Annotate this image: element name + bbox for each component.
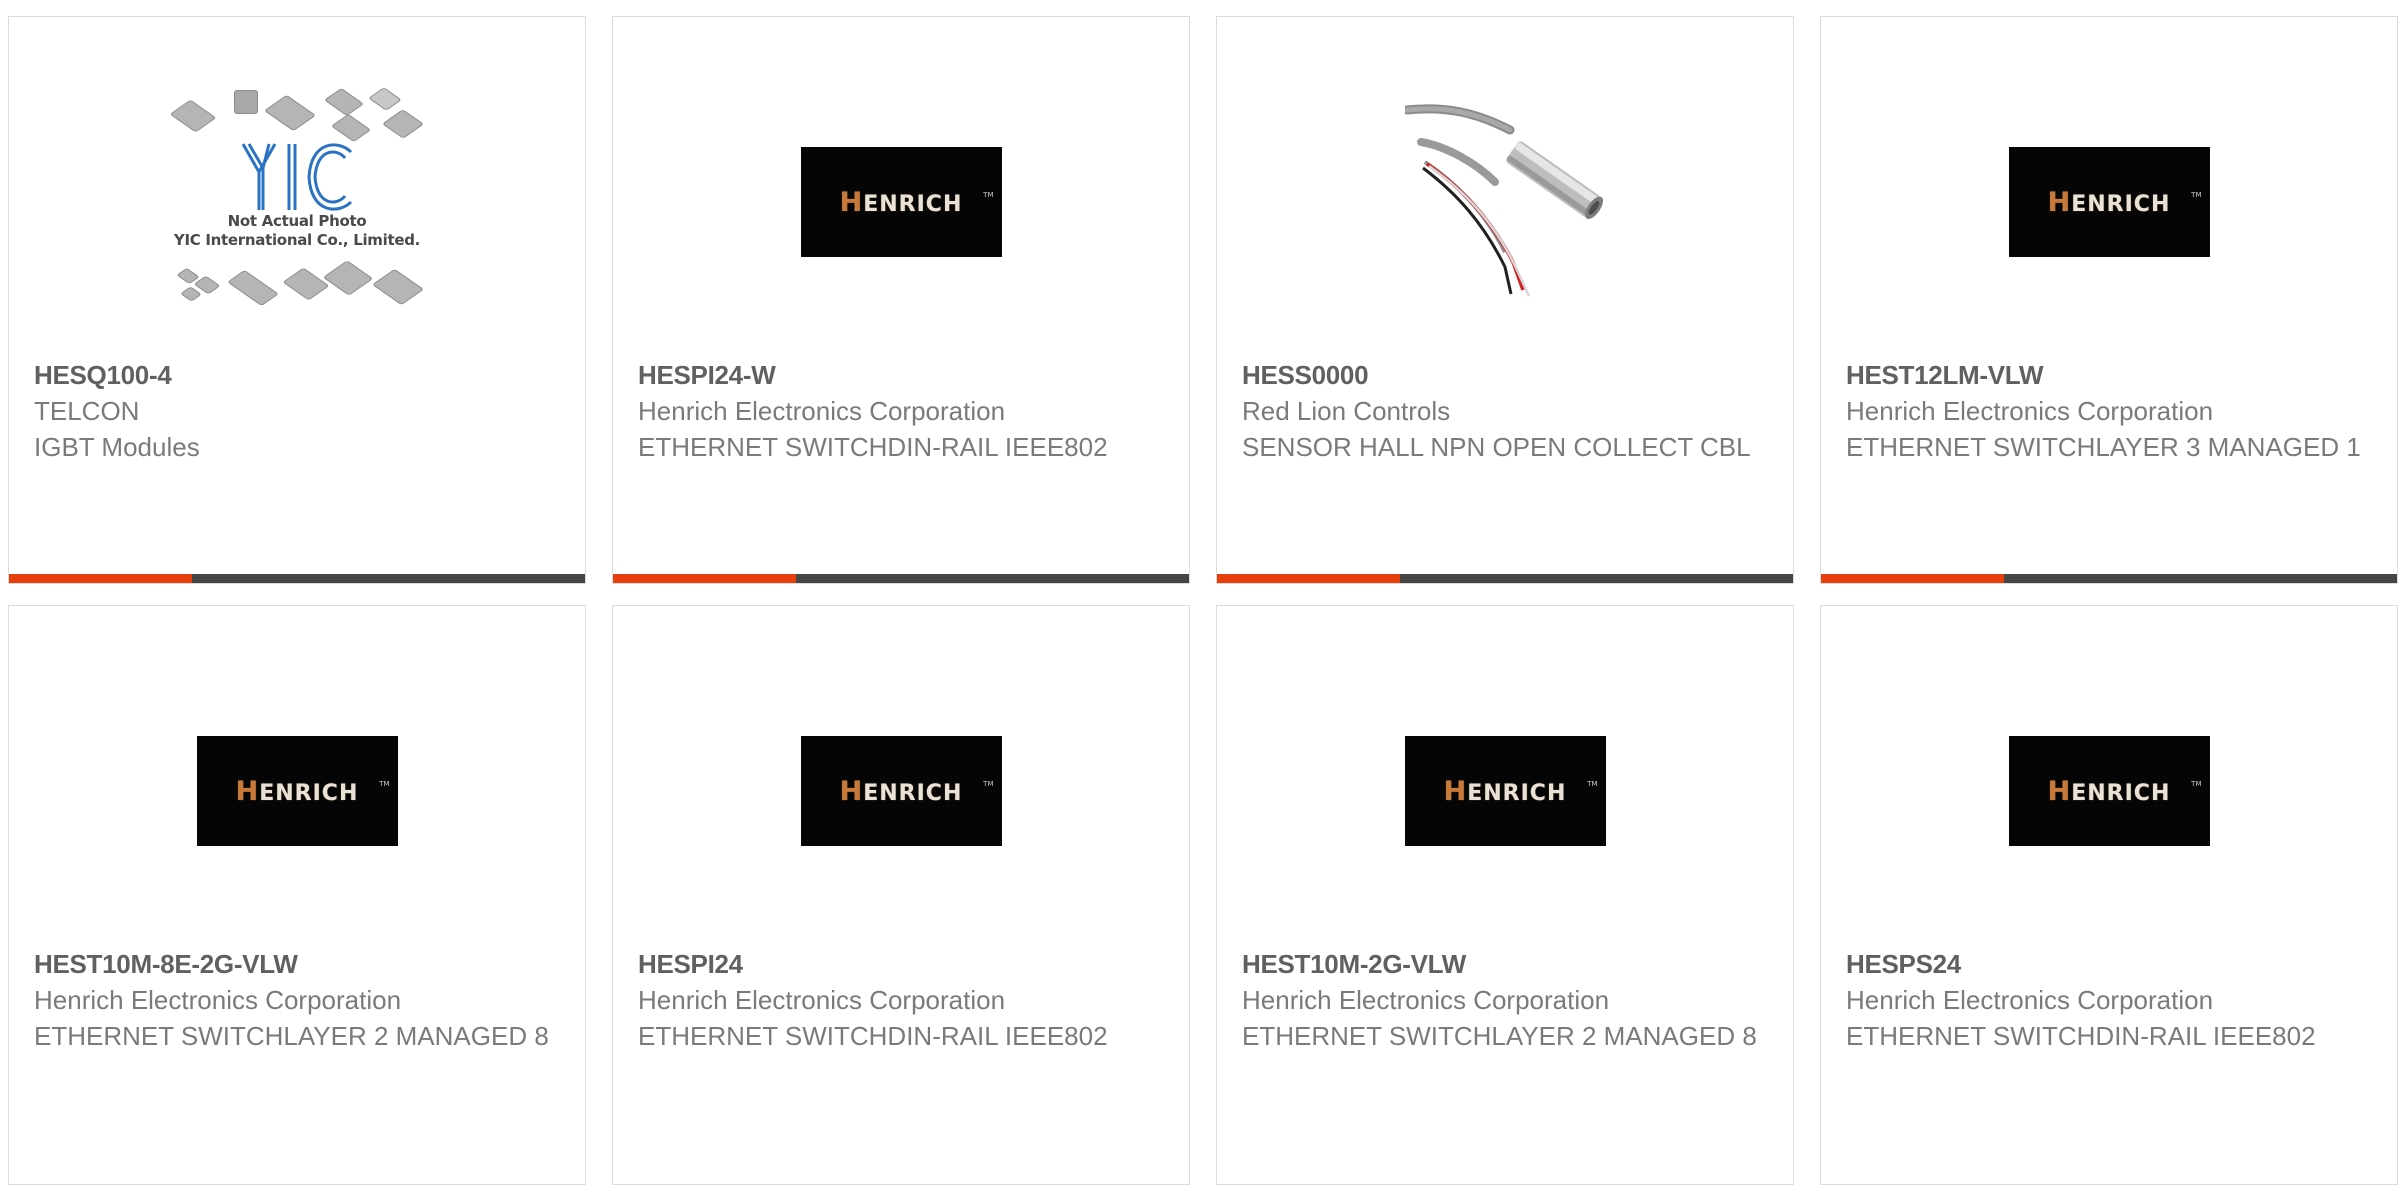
part-number[interactable]: HEST12LM-VLW (1846, 357, 2377, 393)
logo-text: ENRICH (259, 780, 359, 806)
part-number[interactable]: HESQ100-4 (34, 357, 565, 393)
part-number[interactable]: HESPI24-W (638, 357, 1169, 393)
part-number[interactable]: HEST10M-2G-VLW (1242, 946, 1773, 982)
product-card[interactable]: HENRICH TM HEST10M-8E-2G-VLW Henrich Ele… (8, 605, 586, 1185)
product-info: HEST10M-2G-VLW Henrich Electronics Corpo… (1242, 946, 1773, 1054)
description: IGBT Modules (34, 432, 200, 462)
manufacturer: Henrich Electronics Corporation (1846, 396, 2214, 426)
manufacturer: Henrich Electronics Corporation (34, 985, 402, 1015)
placeholder-caption: Not Actual Photo YIC International Co., … (173, 212, 421, 249)
product-image[interactable]: HENRICH TM (1821, 57, 2397, 347)
product-image[interactable]: HENRICH TM (613, 646, 1189, 936)
product-info: HESPI24-W Henrich Electronics Corporatio… (638, 357, 1169, 465)
accent-bar (1217, 574, 1793, 583)
logo-text: ENRICH (863, 780, 963, 806)
henrich-logo-icon: HENRICH TM (1404, 736, 1606, 846)
part-number[interactable]: HESS0000 (1242, 357, 1773, 393)
hall-sensor-photo (1405, 102, 1605, 302)
logo-text: ENRICH (2071, 780, 2171, 806)
accent-highlight (1217, 574, 1400, 583)
logo-text: ENRICH (1467, 780, 1567, 806)
part-number[interactable]: HESPS24 (1846, 946, 2377, 982)
product-card[interactable]: HENRICH TM HESPI24 Henrich Electronics C… (612, 605, 1190, 1185)
accent-bar (9, 574, 585, 583)
description: ETHERNET SWITCHDIN-RAIL IEEE802 (638, 432, 1108, 462)
product-image[interactable]: Not Actual Photo YIC International Co., … (9, 57, 585, 347)
description: ETHERNET SWITCHLAYER 2 MANAGED 8 (1242, 1021, 1757, 1051)
accent-highlight (613, 574, 796, 583)
accent-bar (613, 574, 1189, 583)
product-image[interactable]: HENRICH TM (1821, 646, 2397, 936)
manufacturer: Henrich Electronics Corporation (638, 396, 1006, 426)
product-info: HESPI24 Henrich Electronics Corporation … (638, 946, 1169, 1054)
product-card[interactable]: Not Actual Photo YIC International Co., … (8, 16, 586, 584)
henrich-logo-icon: HENRICH TM (800, 147, 1002, 257)
part-number[interactable]: HEST10M-8E-2G-VLW (34, 946, 565, 982)
product-info: HEST10M-8E-2G-VLW Henrich Electronics Co… (34, 946, 565, 1054)
product-info: HESPS24 Henrich Electronics Corporation … (1846, 946, 2377, 1054)
product-info: HESS0000 Red Lion Controls SENSOR HALL N… (1242, 357, 1773, 465)
product-card[interactable]: HESS0000 Red Lion Controls SENSOR HALL N… (1216, 16, 1794, 584)
part-number[interactable]: HESPI24 (638, 946, 1169, 982)
description: ETHERNET SWITCHDIN-RAIL IEEE802 (1846, 1021, 2316, 1051)
product-card[interactable]: HENRICH TM HESPI24-W Henrich Electronics… (612, 16, 1190, 584)
description: ETHERNET SWITCHLAYER 3 MANAGED 1 (1846, 432, 2361, 462)
not-actual-photo-placeholder: Not Actual Photo YIC International Co., … (162, 82, 432, 322)
product-image[interactable] (1217, 57, 1793, 347)
accent-highlight (9, 574, 192, 583)
manufacturer: Henrich Electronics Corporation (638, 985, 1006, 1015)
product-card[interactable]: HENRICH TM HEST10M-2G-VLW Henrich Electr… (1216, 605, 1794, 1185)
product-image[interactable]: HENRICH TM (1217, 646, 1793, 936)
product-card[interactable]: HENRICH TM HESPS24 Henrich Electronics C… (1820, 605, 2398, 1185)
henrich-logo-icon: HENRICH TM (800, 736, 1002, 846)
product-info: HEST12LM-VLW Henrich Electronics Corpora… (1846, 357, 2377, 465)
description: ETHERNET SWITCHDIN-RAIL IEEE802 (638, 1021, 1108, 1051)
henrich-logo-icon: HENRICH TM (2008, 147, 2210, 257)
manufacturer: Red Lion Controls (1242, 396, 1451, 426)
manufacturer: Henrich Electronics Corporation (1242, 985, 1610, 1015)
yic-logo-icon (241, 143, 353, 211)
description: SENSOR HALL NPN OPEN COLLECT CBL (1242, 432, 1751, 462)
accent-highlight (1821, 574, 2004, 583)
product-image[interactable]: HENRICH TM (613, 57, 1189, 347)
henrich-logo-icon: HENRICH TM (2008, 736, 2210, 846)
accent-bar (1821, 574, 2397, 583)
product-grid: Not Actual Photo YIC International Co., … (0, 0, 2400, 1185)
product-card[interactable]: HENRICH TM HEST12LM-VLW Henrich Electron… (1820, 16, 2398, 584)
product-info: HESQ100-4 TELCON IGBT Modules (34, 357, 565, 465)
product-image[interactable]: HENRICH TM (9, 646, 585, 936)
manufacturer: Henrich Electronics Corporation (1846, 985, 2214, 1015)
description: ETHERNET SWITCHLAYER 2 MANAGED 8 (34, 1021, 549, 1051)
manufacturer: TELCON (34, 396, 140, 426)
logo-text: ENRICH (2071, 191, 2171, 217)
henrich-logo-icon: HENRICH TM (196, 736, 398, 846)
logo-text: ENRICH (863, 191, 963, 217)
